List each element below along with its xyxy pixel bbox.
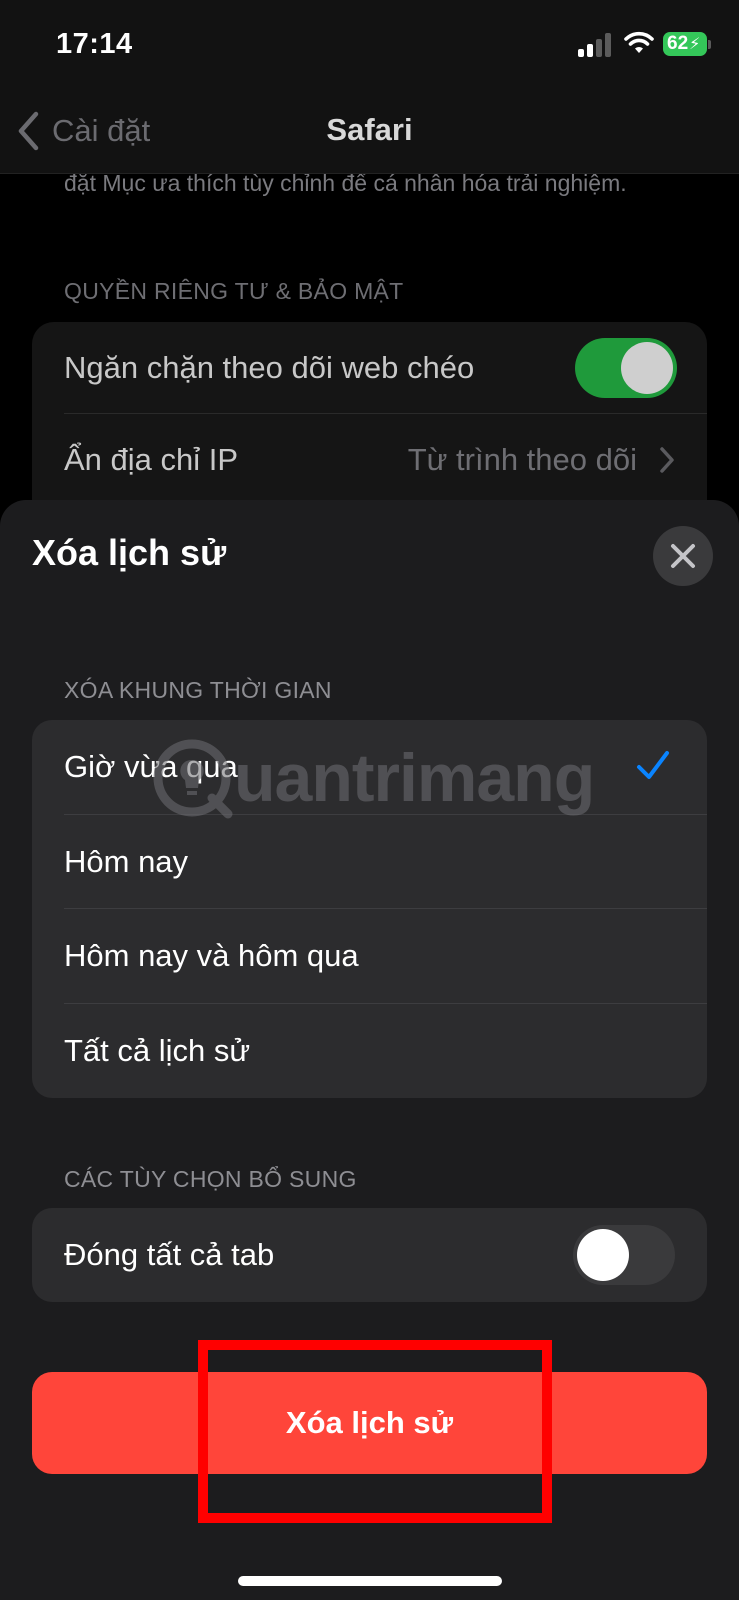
chevron-right-icon (660, 447, 674, 473)
privacy-settings-group: Ngăn chặn theo dõi web chéo Ẩn địa chỉ I… (32, 322, 707, 504)
additional-options-group: Đóng tất cả tab (32, 1208, 707, 1302)
timeframe-option-today[interactable]: Hôm nay (32, 815, 707, 909)
clear-history-button[interactable]: Xóa lịch sử (32, 1372, 707, 1474)
battery-charging-icon: 62 ⚡ (663, 32, 707, 56)
status-time: 17:14 (56, 28, 133, 60)
timeframe-options-group: Giờ vừa qua Hôm nay Hôm nay và hôm qua T… (32, 720, 707, 1098)
hide-ip-address-label: Ẩn địa chỉ IP (64, 442, 239, 477)
checkmark-icon (637, 751, 669, 779)
timeframe-section-header: XÓA KHUNG THỜI GIAN (64, 677, 332, 703)
hide-ip-address-value: Từ trình theo dõi (407, 442, 637, 477)
cross-site-tracking-toggle[interactable] (575, 338, 677, 398)
toggle-knob (621, 342, 673, 394)
timeframe-option-all-history[interactable]: Tất cả lịch sử (32, 1004, 707, 1099)
toggle-knob (577, 1229, 629, 1281)
option-label: Giờ vừa qua (64, 749, 238, 785)
cellular-signal-icon (578, 33, 614, 57)
battery-level: 62 (667, 33, 689, 54)
page-title: Safari (326, 112, 413, 147)
timeframe-option-today-and-yesterday[interactable]: Hôm nay và hôm qua (32, 909, 707, 1004)
option-label: Tất cả lịch sử (64, 1032, 251, 1068)
additional-options-section-header: CÁC TÙY CHỌN BỔ SUNG (64, 1166, 357, 1192)
close-icon (671, 544, 695, 568)
privacy-section-header: QUYỀN RIÊNG TƯ & BẢO MẬT (64, 278, 404, 304)
cross-site-tracking-label: Ngăn chặn theo dõi web chéo (64, 349, 475, 385)
settings-description: đặt Mục ưa thích tùy chỉnh để cá nhân hó… (64, 174, 627, 196)
nav-bar: Cài đặt Safari (0, 92, 739, 174)
cross-site-tracking-row[interactable]: Ngăn chặn theo dõi web chéo (64, 322, 707, 414)
close-all-tabs-row[interactable]: Đóng tất cả tab (32, 1208, 707, 1302)
wifi-icon (624, 31, 654, 53)
sheet-title: Xóa lịch sử (32, 532, 227, 573)
close-button[interactable] (653, 526, 713, 586)
screen: 17:14 62 ⚡ Cài đặt Safari đặt Mục ưa thí… (0, 0, 739, 1600)
clear-history-sheet: Xóa lịch sử XÓA KHUNG THỜI GIAN Giờ vừa … (0, 500, 739, 1600)
close-all-tabs-toggle[interactable] (573, 1225, 675, 1285)
timeframe-option-last-hour[interactable]: Giờ vừa qua (32, 720, 707, 815)
close-all-tabs-label: Đóng tất cả tab (64, 1237, 275, 1272)
battery-cap (708, 40, 711, 49)
option-label: Hôm nay (64, 843, 189, 879)
home-indicator[interactable] (238, 1576, 502, 1586)
status-bar: 17:14 62 ⚡ (0, 0, 739, 92)
hide-ip-address-row[interactable]: Ẩn địa chỉ IP Từ trình theo dõi (64, 414, 707, 504)
charging-bolt-icon: ⚡ (689, 36, 701, 53)
option-label: Hôm nay và hôm qua (64, 938, 359, 974)
safari-settings-background: đặt Mục ưa thích tùy chỉnh để cá nhân hó… (0, 174, 739, 504)
